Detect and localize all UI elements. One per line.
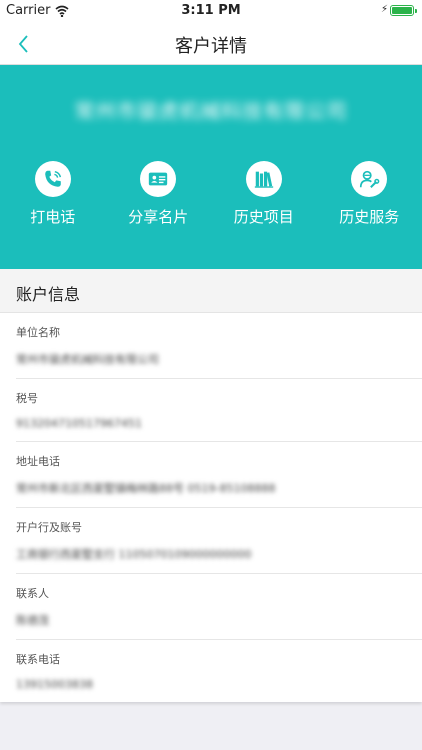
field-value: 陈德茂: [16, 614, 49, 627]
field-value: 913204710517967451: [16, 417, 142, 430]
field-value: 13915003838: [16, 678, 93, 691]
field-value: 常州市新北区西夏墅镇梅林路88号 0519-85108888: [16, 482, 276, 495]
action-bar: 打电话 分享名片 历史项目 历史服务: [0, 161, 422, 227]
field-label: 单位名称: [16, 326, 60, 339]
field-contact-phone: 联系电话 13915003838: [16, 640, 422, 702]
field-company-name: 单位名称 常州市骏虎机械科技有限公司: [16, 313, 422, 379]
field-value: 工商银行西夏墅支行 1105070109000000000: [16, 548, 252, 561]
customer-header: 常州市骏虎机械科技有限公司 打电话 分享名片 历史项目 历史服务: [0, 65, 422, 269]
service-person-icon: [351, 161, 388, 197]
field-label: 开户行及账号: [16, 521, 82, 534]
field-tax-id: 税号 913204710517967451: [16, 379, 422, 442]
battery-icon: [390, 5, 417, 16]
field-label: 联系电话: [16, 653, 60, 666]
account-info-header: 账户信息: [0, 269, 422, 313]
company-name: 常州市骏虎机械科技有限公司: [74, 99, 348, 123]
field-value: 常州市骏虎机械科技有限公司: [16, 353, 159, 366]
call-button[interactable]: 打电话: [0, 161, 106, 227]
id-card-icon: [140, 161, 177, 197]
call-label: 打电话: [30, 208, 76, 226]
history-projects-button[interactable]: 历史项目: [211, 161, 317, 227]
field-label: 联系人: [16, 587, 49, 600]
phone-icon: [34, 161, 71, 197]
field-contact-person: 联系人 陈德茂: [16, 574, 422, 640]
share-card-label: 分享名片: [128, 208, 189, 226]
status-bar: Carrier 3:11 PM ⚡: [0, 0, 422, 22]
history-services-button[interactable]: 历史服务: [317, 161, 422, 227]
field-label: 税号: [16, 392, 38, 405]
field-address-phone: 地址电话 常州市新北区西夏墅镇梅林路88号 0519-85108888: [16, 442, 422, 508]
page-title: 客户详情: [175, 36, 247, 57]
history-services-label: 历史服务: [339, 208, 400, 226]
status-time: 3:11 PM: [181, 3, 241, 18]
field-label: 地址电话: [16, 455, 60, 468]
share-card-button[interactable]: 分享名片: [106, 161, 212, 227]
books-icon: [245, 161, 282, 197]
nav-bar: 客户详情: [0, 22, 422, 65]
account-fields: 单位名称 常州市骏虎机械科技有限公司 税号 913204710517967451…: [0, 313, 422, 702]
history-projects-label: 历史项目: [233, 208, 294, 226]
charging-icon: ⚡: [380, 4, 388, 15]
field-bank-account: 开户行及账号 工商银行西夏墅支行 1105070109000000000: [16, 508, 422, 574]
